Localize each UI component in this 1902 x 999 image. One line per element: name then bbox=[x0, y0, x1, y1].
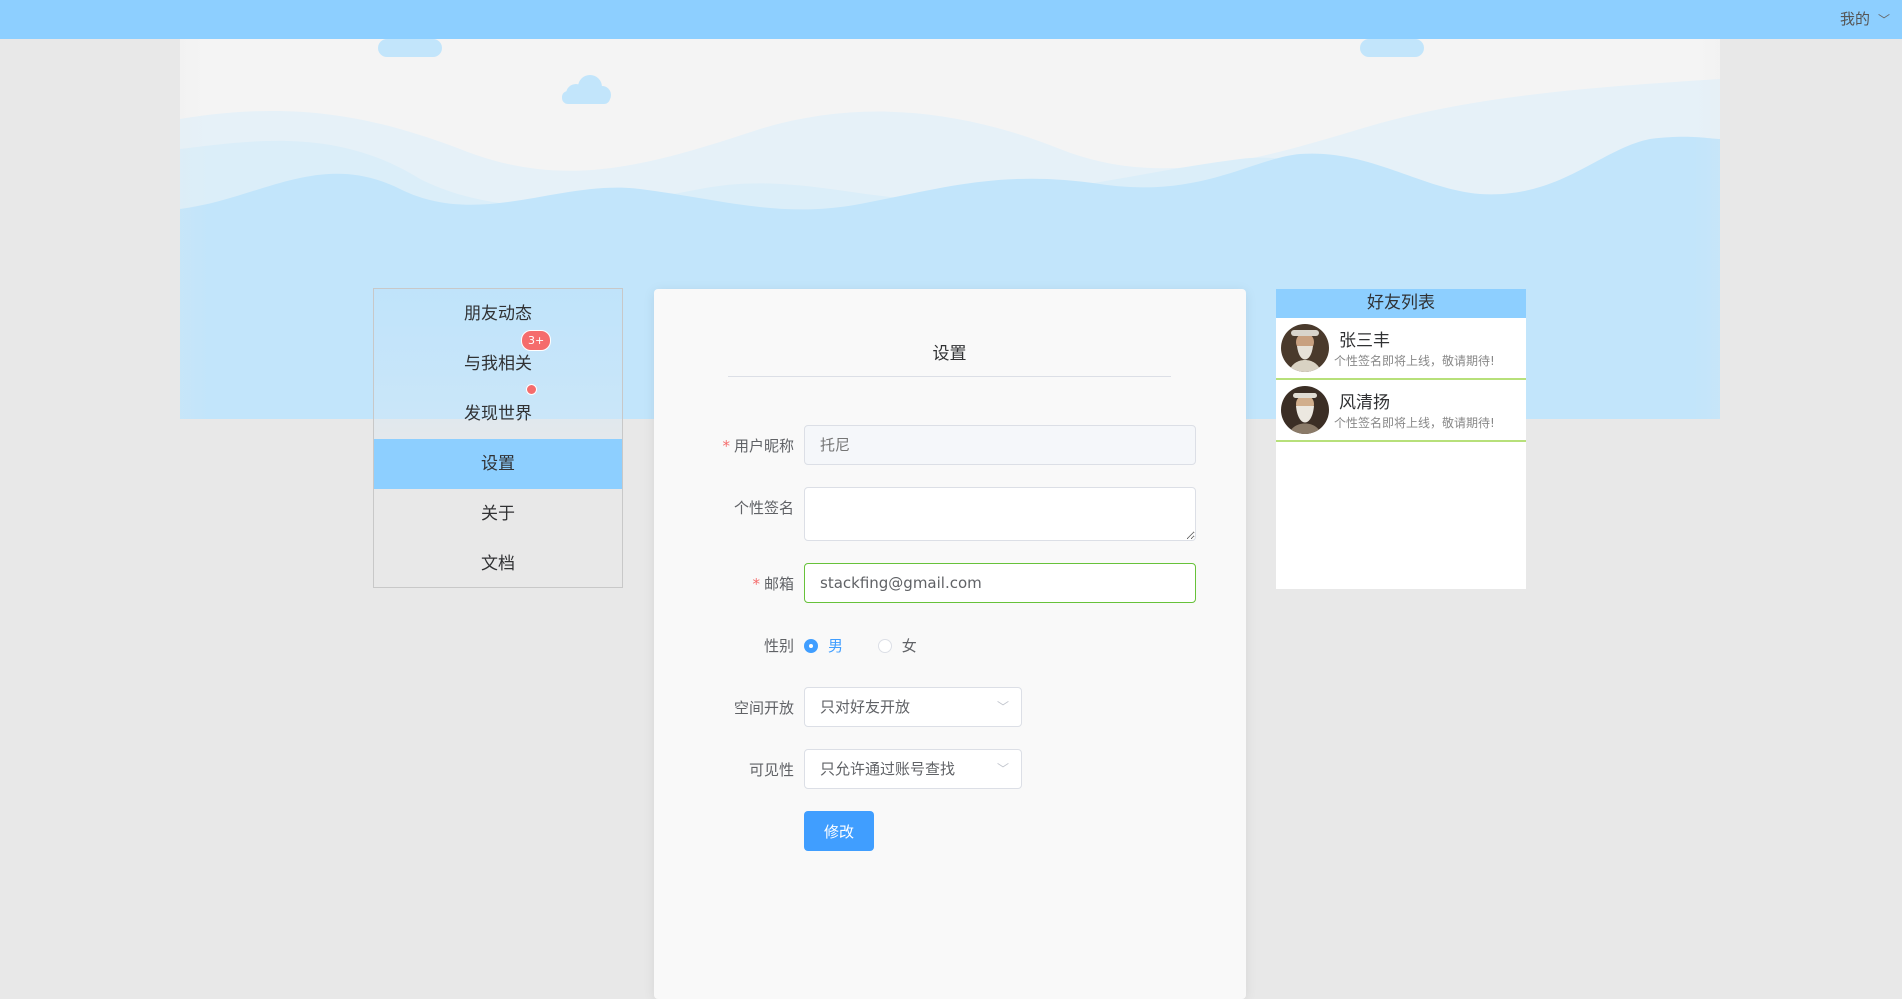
required-mark: * bbox=[722, 437, 730, 455]
required-mark: * bbox=[752, 575, 760, 593]
gender-radio-female[interactable]: 女 bbox=[877, 635, 917, 656]
nav-item-discover[interactable]: 发现世界 bbox=[374, 389, 622, 439]
notification-dot bbox=[526, 384, 537, 395]
nickname-label-text: 用户昵称 bbox=[733, 437, 794, 455]
submit-button[interactable]: 修改 bbox=[804, 811, 874, 851]
nav-item-label: 发现世界 bbox=[464, 404, 532, 424]
settings-card: 设置 *用户昵称 个性签名 *邮箱 性别 男 女 空间开放 只对好友开放 ﹀ 可… bbox=[654, 289, 1246, 999]
chevron-down-icon: ﹀ bbox=[996, 700, 1009, 714]
nav-item-settings[interactable]: 设置 bbox=[374, 439, 622, 489]
chevron-down-icon: ﹀ bbox=[996, 762, 1009, 776]
select-value: 只允许通过账号查找 bbox=[820, 760, 956, 778]
top-bar: 我的 ﹀ bbox=[0, 0, 1902, 39]
nav-item-about[interactable]: 关于 bbox=[374, 489, 622, 539]
avatar bbox=[1281, 324, 1329, 372]
nav-item-label: 文档 bbox=[481, 554, 515, 574]
cloud-icon bbox=[1360, 39, 1424, 57]
notification-badge: 3+ bbox=[521, 330, 552, 351]
space-open-label: 空间开放 bbox=[733, 699, 794, 717]
cloud-icon bbox=[378, 39, 442, 57]
friend-name: 风清扬 bbox=[1339, 393, 1390, 413]
gender-radio-group: 男 女 bbox=[804, 635, 947, 657]
nickname-label: * 用户昵称 bbox=[654, 435, 794, 456]
nav-item-label: 设置 bbox=[481, 454, 515, 474]
nav-item-docs[interactable]: 文档 bbox=[374, 539, 622, 589]
nickname-input[interactable] bbox=[804, 425, 1196, 465]
nav-item-label: 朋友动态 bbox=[464, 304, 532, 324]
page-title: 设置 bbox=[728, 339, 1171, 377]
user-menu-label: 我的 bbox=[1839, 10, 1870, 28]
radio-label: 女 bbox=[901, 637, 917, 655]
left-nav: 朋友动态 与我相关 3+ 发现世界 设置 关于 文档 bbox=[373, 288, 623, 588]
avatar-image bbox=[1281, 324, 1329, 372]
radio-checked-icon bbox=[804, 638, 818, 653]
friend-signature: 个性签名即将上线，敬请期待! bbox=[1334, 416, 1495, 430]
signature-textarea[interactable] bbox=[804, 487, 1196, 541]
signature-label: 个性签名 bbox=[733, 499, 794, 517]
email-label: * 邮箱 bbox=[654, 573, 794, 594]
gender-radio-male[interactable]: 男 bbox=[804, 635, 843, 656]
chevron-down-icon: ﹀ bbox=[1877, 13, 1890, 27]
nav-item-related-to-me[interactable]: 与我相关 bbox=[374, 339, 622, 389]
visibility-label: 可见性 bbox=[748, 761, 794, 779]
select-value: 只对好友开放 bbox=[820, 698, 911, 716]
nav-item-label: 关于 bbox=[481, 504, 515, 524]
space-open-select[interactable]: 只对好友开放 ﹀ bbox=[804, 687, 1022, 727]
user-menu[interactable]: 我的 ﹀ bbox=[1840, 0, 1890, 39]
email-input[interactable] bbox=[804, 563, 1196, 603]
friend-item[interactable]: 张三丰 个性签名即将上线，敬请期待! bbox=[1276, 318, 1526, 380]
radio-label: 男 bbox=[828, 637, 844, 655]
radio-unchecked-icon bbox=[877, 638, 892, 653]
email-label-text: 邮箱 bbox=[763, 575, 794, 593]
nav-item-friend-feed[interactable]: 朋友动态 bbox=[374, 289, 622, 339]
avatar bbox=[1281, 386, 1329, 434]
friend-item[interactable]: 风清扬 个性签名即将上线，敬请期待! bbox=[1276, 380, 1526, 442]
friend-name: 张三丰 bbox=[1339, 331, 1390, 351]
avatar-image bbox=[1281, 386, 1329, 434]
friends-panel: 好友列表 张三丰 个性签名即将上线，敬请期待! 风清扬 个性签名即将上线，敬请期… bbox=[1276, 289, 1526, 589]
gender-label: 性别 bbox=[763, 637, 794, 655]
friends-title: 好友列表 bbox=[1276, 289, 1526, 318]
nav-item-label: 与我相关 bbox=[464, 354, 532, 374]
friend-signature: 个性签名即将上线，敬请期待! bbox=[1334, 354, 1495, 368]
visibility-select[interactable]: 只允许通过账号查找 ﹀ bbox=[804, 749, 1022, 789]
